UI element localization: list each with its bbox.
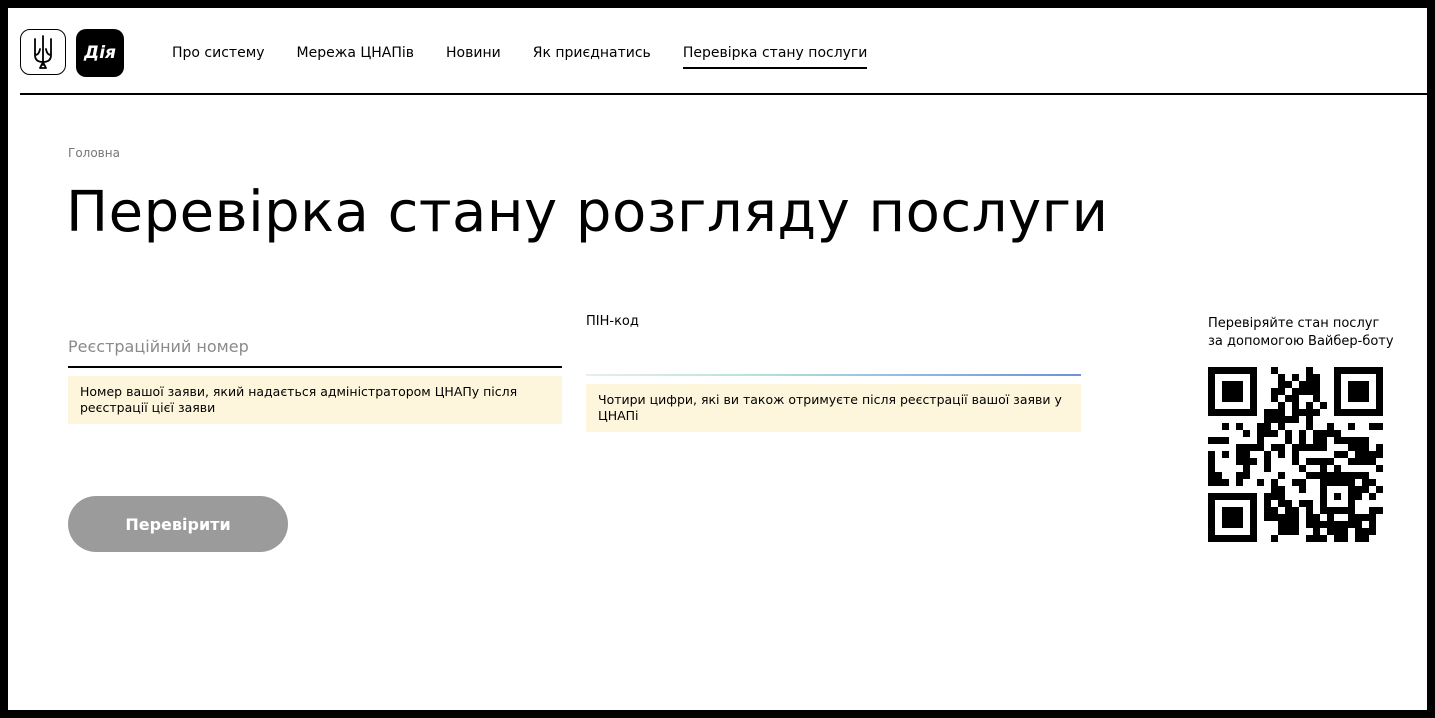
pin-field: ПІН-код Чотири цифри, які ви також отрим… bbox=[586, 314, 1081, 432]
check-button[interactable]: Перевірити bbox=[68, 496, 288, 552]
main-nav: Про систему Мережа ЦНАПів Новини Як приє… bbox=[172, 45, 899, 69]
breadcrumb[interactable]: Головна bbox=[68, 146, 120, 160]
viber-bot-text: Перевіряйте стан послуг за допомогою Вай… bbox=[1208, 315, 1418, 351]
nav-item-network[interactable]: Мережа ЦНАПів bbox=[297, 45, 414, 69]
diia-logo[interactable]: Дія bbox=[76, 29, 124, 77]
site-header: Дія Про систему Мережа ЦНАПів Новини Як … bbox=[20, 8, 1427, 95]
nav-item-news[interactable]: Новини bbox=[446, 45, 501, 69]
pin-label: ПІН-код bbox=[586, 314, 639, 329]
pin-input[interactable] bbox=[586, 340, 1081, 376]
viber-text-line2: за допомогою Вайбер-боту bbox=[1208, 334, 1394, 349]
viber-text-line1: Перевіряйте стан послуг bbox=[1208, 316, 1380, 331]
nav-item-about[interactable]: Про систему bbox=[172, 45, 265, 69]
viber-qr-code[interactable] bbox=[1208, 367, 1383, 542]
nav-item-status-check[interactable]: Перевірка стану послуги bbox=[682, 45, 868, 69]
registration-field: Номер вашої заяви, який надається адміні… bbox=[68, 326, 562, 424]
registration-number-input[interactable] bbox=[68, 326, 562, 368]
nav-item-join[interactable]: Як приєднатись bbox=[533, 45, 651, 69]
trident-logo-icon[interactable] bbox=[20, 29, 66, 75]
page: Дія Про систему Мережа ЦНАПів Новини Як … bbox=[8, 8, 1427, 710]
page-title: Перевірка стану розгляду послуги bbox=[66, 180, 1109, 245]
pin-hint: Чотири цифри, які ви також отримуєте піс… bbox=[586, 384, 1081, 432]
registration-hint: Номер вашої заяви, який надається адміні… bbox=[68, 376, 562, 424]
